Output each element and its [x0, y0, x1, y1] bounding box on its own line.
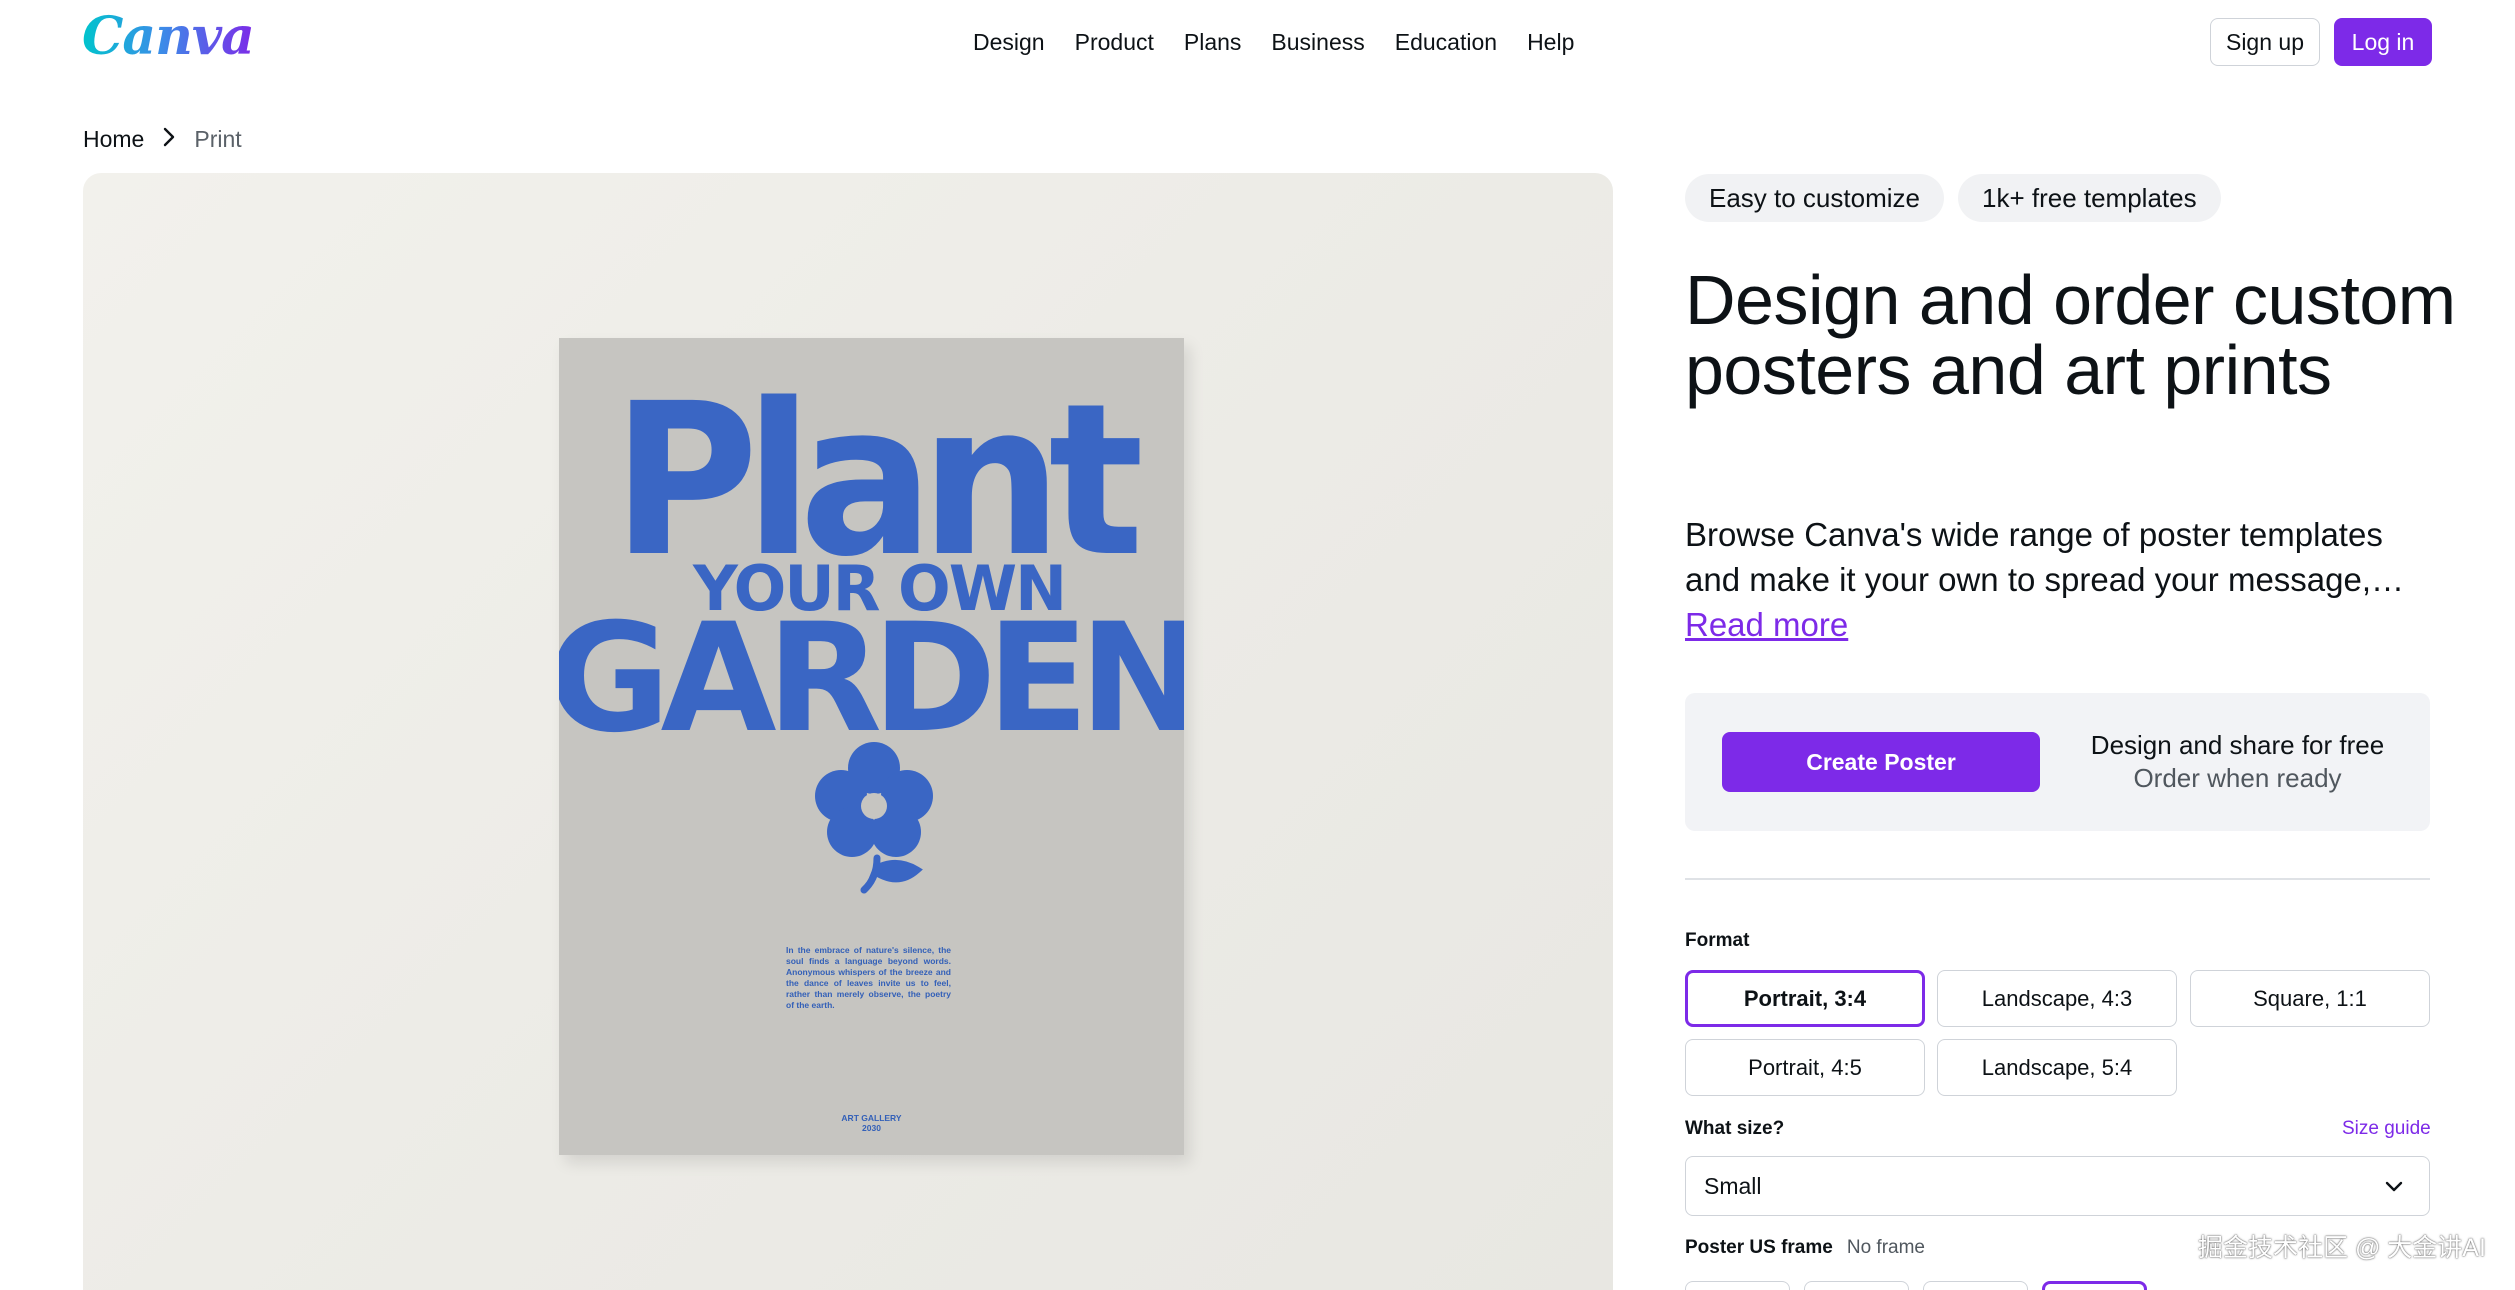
nav-item-design[interactable]: Design [958, 0, 1060, 84]
frame-label: Poster US frame [1685, 1237, 1833, 1258]
nav-item-product[interactable]: Product [1060, 0, 1169, 84]
format-option-square-1-1[interactable]: Square, 1:1 [2190, 970, 2430, 1027]
section-divider [1685, 878, 2430, 880]
poster-footer: ART GALLERY 2030 [779, 1113, 964, 1133]
feature-tags: Easy to customize 1k+ free templates [1685, 174, 2221, 222]
poster-headline-garden: GARDEN [559, 592, 1184, 766]
poster-caption: In the embrace of nature's silence, the … [786, 945, 951, 1010]
frame-option[interactable] [1685, 1281, 1790, 1290]
frame-option[interactable] [1804, 1281, 1909, 1290]
tag-easy-to-customize: Easy to customize [1685, 174, 1944, 222]
format-option-portrait-3-4[interactable]: Portrait, 3:4 [1685, 970, 1925, 1027]
breadcrumb: Home Print [83, 122, 242, 156]
nav-item-help[interactable]: Help [1512, 0, 1589, 84]
cta-line-free: Design and share for free [2090, 730, 2385, 760]
page-title: Design and order custom posters and art … [1685, 261, 2456, 409]
read-more-link[interactable]: Read more [1685, 602, 1848, 647]
format-option-portrait-4-5[interactable]: Portrait, 4:5 [1685, 1039, 1925, 1096]
canva-logo[interactable]: Canva [82, 6, 255, 67]
login-button[interactable]: Log in [2334, 18, 2432, 66]
breadcrumb-current: Print [194, 125, 242, 152]
description-text: Browse Canva's wide range of poster temp… [1685, 516, 2383, 598]
create-poster-button[interactable]: Create Poster [1722, 732, 2040, 792]
cta-line-order: Order when ready [2133, 763, 2342, 793]
chevron-right-icon [162, 124, 176, 155]
frame-value: No frame [1846, 1237, 1925, 1258]
size-select[interactable]: Small [1685, 1156, 2430, 1216]
frame-row: Poster US frame No frame [1685, 1237, 1925, 1259]
nav-item-plans[interactable]: Plans [1169, 0, 1257, 84]
poster-mockup: Plant YOUR OWN GARDEN In the embrace of … [559, 338, 1184, 1155]
site-header: Canva Design Product Plans Business Educ… [0, 0, 2515, 84]
size-guide-link[interactable]: Size guide [2342, 1118, 2431, 1140]
nav-item-education[interactable]: Education [1380, 0, 1512, 84]
format-option-landscape-5-4[interactable]: Landscape, 5:4 [1937, 1039, 2177, 1096]
poster-footer-line2: 2030 [862, 1123, 881, 1133]
chevron-down-icon [2385, 1181, 2403, 1192]
product-description: Browse Canva's wide range of poster temp… [1685, 512, 2445, 647]
signup-button[interactable]: Sign up [2210, 18, 2320, 66]
frame-options [1685, 1281, 2147, 1290]
main-nav: Design Product Plans Business Education … [958, 0, 1589, 84]
tag-free-templates: 1k+ free templates [1957, 174, 2221, 222]
product-hero-image: Plant YOUR OWN GARDEN In the embrace of … [83, 173, 1613, 1290]
poster-artwork: Plant YOUR OWN GARDEN [559, 359, 1184, 894]
cta-info: Design and share for free Order when rea… [2060, 729, 2415, 795]
frame-option-selected[interactable] [2042, 1281, 2147, 1290]
poster-footer-line1: ART GALLERY [841, 1113, 902, 1123]
size-select-value: Small [1704, 1172, 1762, 1199]
watermark: 掘金技术社区 @ 大金讲AI [2198, 1234, 2486, 1262]
format-label: Format [1685, 930, 1750, 951]
cta-panel: Create Poster Design and share for free … [1685, 693, 2430, 831]
breadcrumb-home-link[interactable]: Home [83, 126, 144, 153]
frame-option[interactable] [1923, 1281, 2028, 1290]
format-option-landscape-4-3[interactable]: Landscape, 4:3 [1937, 970, 2177, 1027]
nav-item-business[interactable]: Business [1256, 0, 1379, 84]
size-label: What size? [1685, 1118, 1785, 1139]
